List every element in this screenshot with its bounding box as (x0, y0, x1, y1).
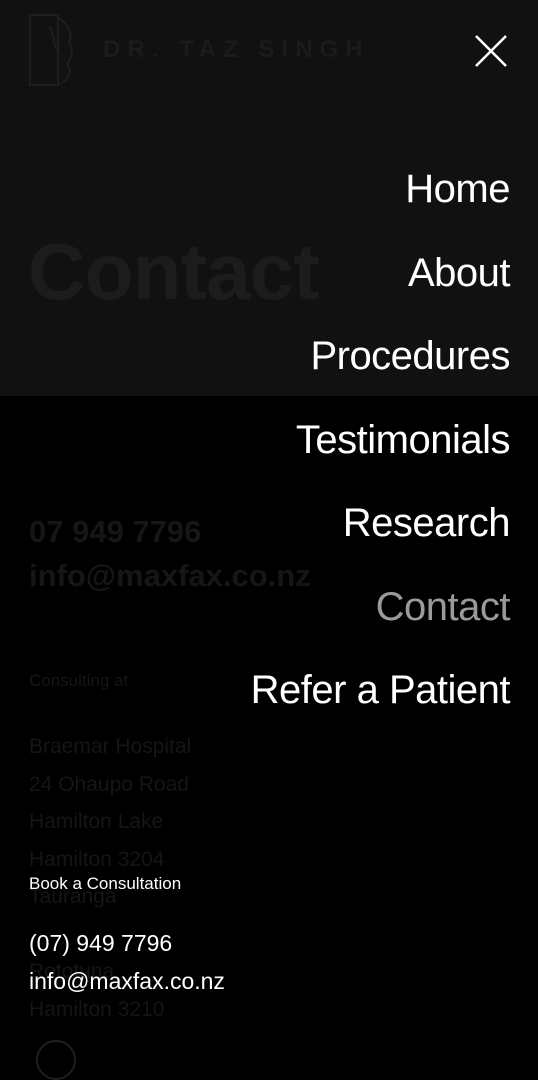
logo-text: DR. TAZ SINGH (103, 36, 370, 63)
phone-link[interactable]: (07) 949 7796 (29, 930, 172, 957)
email-link[interactable]: info@maxfax.co.nz (29, 968, 225, 995)
nav-item-refer-a-patient[interactable]: Refer a Patient (251, 649, 511, 733)
main-nav: Home About Procedures Testimonials Resea… (251, 148, 511, 733)
address-line: Hamilton 3210 (29, 997, 165, 1021)
nav-item-about[interactable]: About (251, 232, 511, 316)
logo-mark-icon (29, 14, 74, 86)
nav-item-contact[interactable]: Contact (251, 566, 511, 650)
address-line: Hamilton Lake (29, 810, 164, 833)
book-consultation-label: Book a Consultation (29, 874, 182, 893)
nav-item-home[interactable]: Home (251, 148, 510, 232)
close-icon (475, 35, 507, 67)
close-menu-button[interactable] (471, 31, 511, 71)
consulting-label: Consulting at (29, 671, 129, 690)
nav-item-procedures[interactable]: Procedures (251, 315, 510, 399)
nav-item-research[interactable]: Research (251, 482, 511, 566)
nav-item-testimonials[interactable]: Testimonials (251, 399, 511, 483)
address-line: Braemar Hospital (29, 735, 192, 758)
site-logo[interactable]: DR. TAZ SINGH (29, 14, 370, 86)
address-line: Hamilton 3204 (29, 847, 165, 871)
address-line: 24 Ohaupo Road (29, 772, 189, 796)
social-icon (36, 1040, 76, 1080)
background-phone: 07 949 7796 (29, 514, 202, 549)
